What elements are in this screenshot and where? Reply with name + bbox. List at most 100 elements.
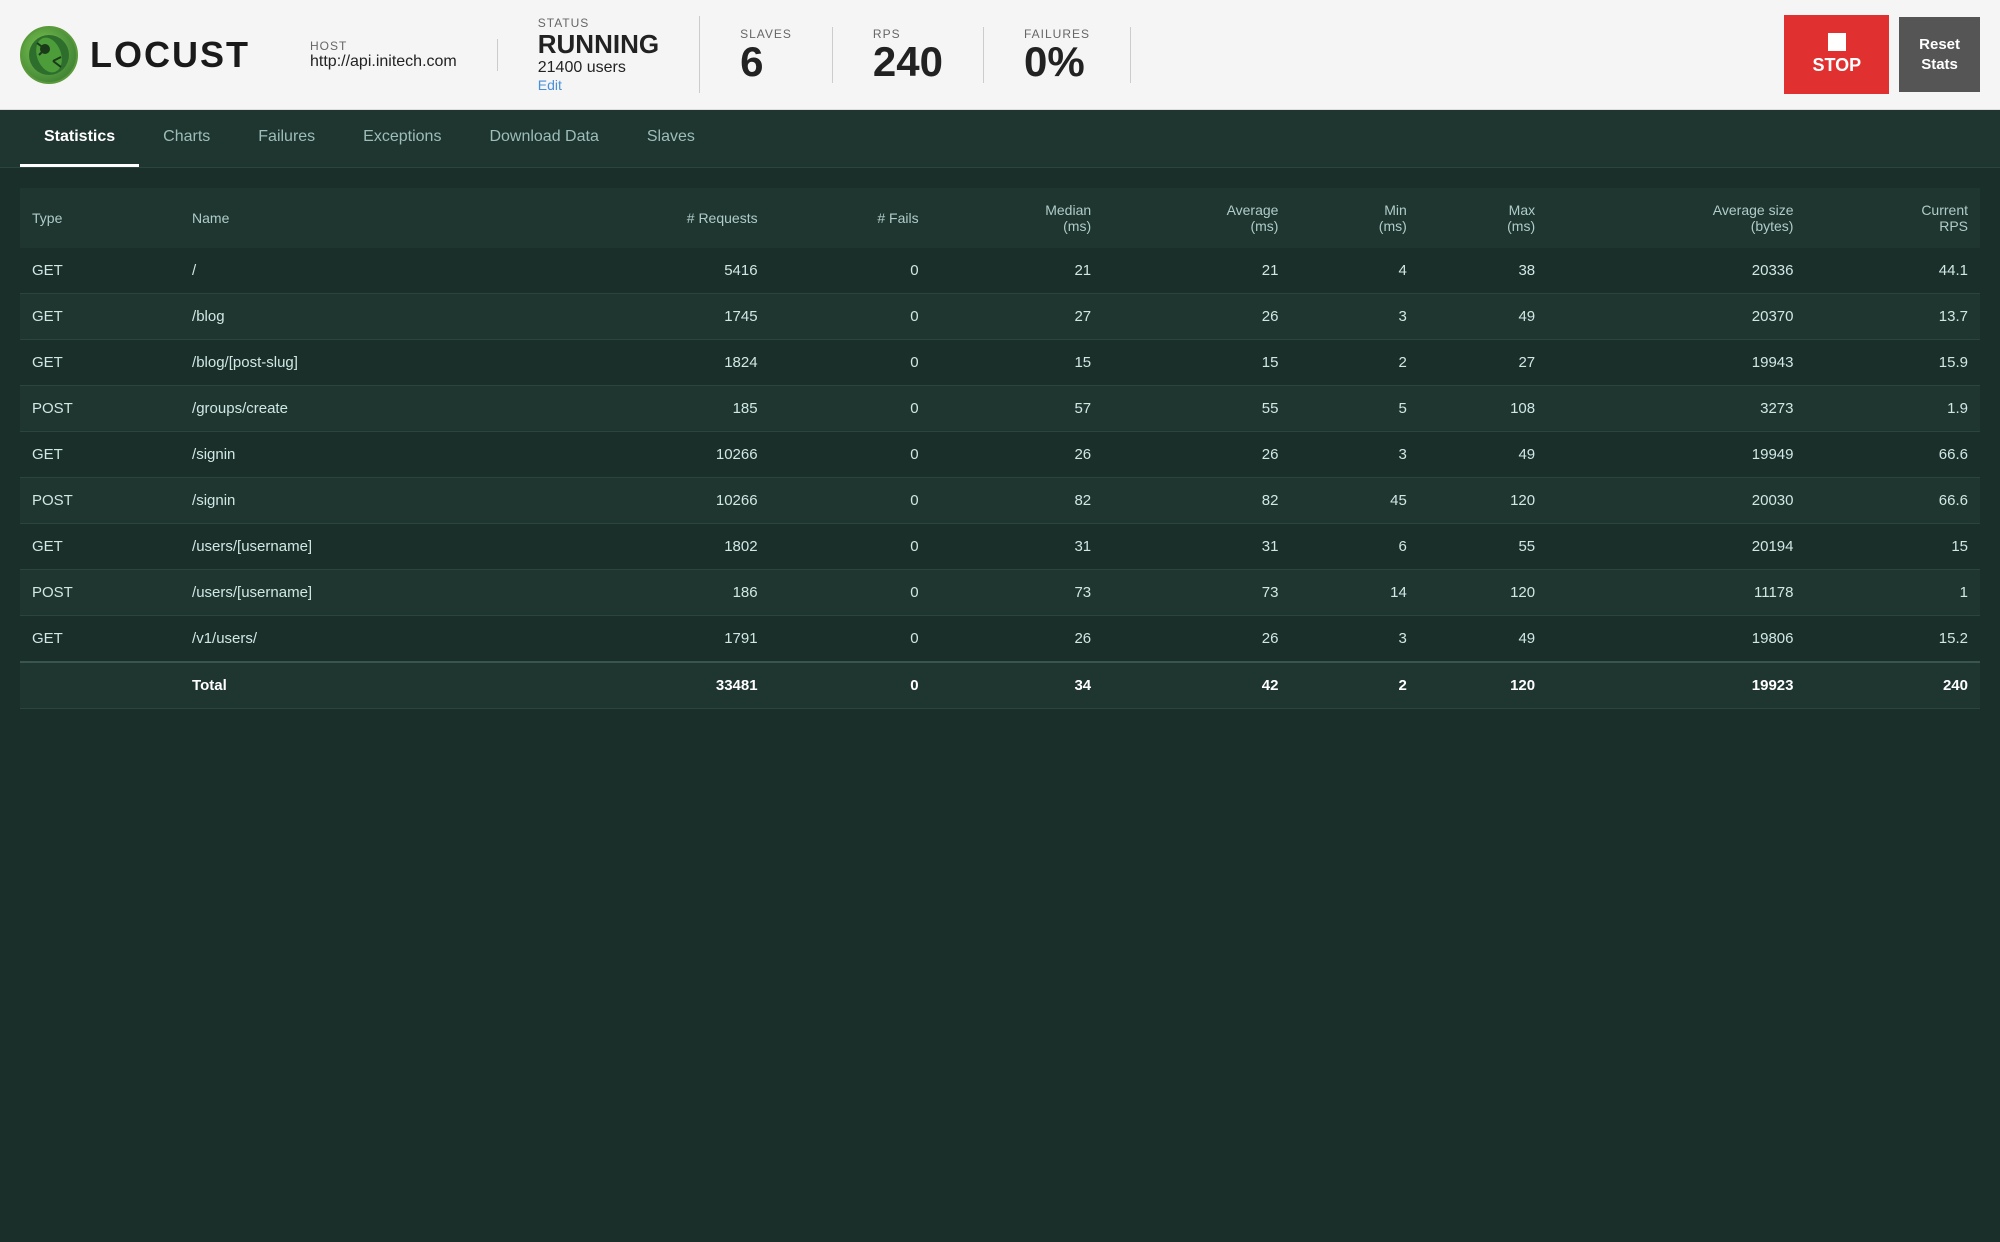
cell-rps: 13.7 xyxy=(1805,294,1980,340)
cell-rps: 15 xyxy=(1805,524,1980,570)
stop-button[interactable]: STOP xyxy=(1784,15,1889,94)
cell-requests: 185 xyxy=(536,386,770,432)
cell-avg-size: 19943 xyxy=(1547,340,1805,386)
total-requests: 33481 xyxy=(536,662,770,709)
cell-fails: 0 xyxy=(770,432,931,478)
tab-failures[interactable]: Failures xyxy=(234,110,339,167)
cell-name: /groups/create xyxy=(180,386,536,432)
cell-avg: 26 xyxy=(1103,432,1290,478)
host-label: HOST xyxy=(310,39,457,53)
cell-requests: 5416 xyxy=(536,248,770,294)
total-rps: 240 xyxy=(1805,662,1980,709)
failures-section: FAILURES 0% xyxy=(1024,27,1131,83)
table-row: POST /groups/create 185 0 57 55 5 108 32… xyxy=(20,386,1980,432)
col-min: Min(ms) xyxy=(1290,188,1418,248)
cell-min: 4 xyxy=(1290,248,1418,294)
cell-type: POST xyxy=(20,386,180,432)
col-fails: # Fails xyxy=(770,188,931,248)
col-name: Name xyxy=(180,188,536,248)
locust-logo-icon xyxy=(20,26,78,84)
cell-fails: 0 xyxy=(770,524,931,570)
cell-fails: 0 xyxy=(770,294,931,340)
nav-tabs: Statistics Charts Failures Exceptions Do… xyxy=(0,110,2000,168)
cell-max: 49 xyxy=(1419,294,1547,340)
table-row: GET /blog/[post-slug] 1824 0 15 15 2 27 … xyxy=(20,340,1980,386)
cell-max: 38 xyxy=(1419,248,1547,294)
cell-median: 15 xyxy=(931,340,1104,386)
table-row: GET /signin 10266 0 26 26 3 49 19949 66.… xyxy=(20,432,1980,478)
host-section: HOST http://api.initech.com xyxy=(310,39,498,71)
total-fails: 0 xyxy=(770,662,931,709)
cell-avg: 82 xyxy=(1103,478,1290,524)
cell-avg-size: 20194 xyxy=(1547,524,1805,570)
total-avg: 42 xyxy=(1103,662,1290,709)
table-row: POST /signin 10266 0 82 82 45 120 20030 … xyxy=(20,478,1980,524)
tab-exceptions[interactable]: Exceptions xyxy=(339,110,465,167)
cell-type: GET xyxy=(20,294,180,340)
cell-rps: 1.9 xyxy=(1805,386,1980,432)
cell-requests: 186 xyxy=(536,570,770,616)
tab-statistics[interactable]: Statistics xyxy=(20,110,139,167)
col-median: Median(ms) xyxy=(931,188,1104,248)
cell-type: POST xyxy=(20,570,180,616)
cell-requests: 10266 xyxy=(536,478,770,524)
edit-link[interactable]: Edit xyxy=(538,77,659,93)
cell-avg: 15 xyxy=(1103,340,1290,386)
cell-avg: 21 xyxy=(1103,248,1290,294)
cell-name: /signin xyxy=(180,432,536,478)
cell-median: 82 xyxy=(931,478,1104,524)
status-label: STATUS xyxy=(538,16,659,30)
cell-rps: 15.2 xyxy=(1805,616,1980,663)
cell-name: /signin xyxy=(180,478,536,524)
cell-median: 26 xyxy=(931,432,1104,478)
rps-section: RPS 240 xyxy=(873,27,984,83)
total-avg-size: 19923 xyxy=(1547,662,1805,709)
cell-name: /blog/[post-slug] xyxy=(180,340,536,386)
total-median: 34 xyxy=(931,662,1104,709)
cell-min: 14 xyxy=(1290,570,1418,616)
total-max: 120 xyxy=(1419,662,1547,709)
status-running: RUNNING xyxy=(538,30,659,59)
tab-download-data[interactable]: Download Data xyxy=(465,110,622,167)
cell-min: 5 xyxy=(1290,386,1418,432)
cell-median: 21 xyxy=(931,248,1104,294)
cell-rps: 15.9 xyxy=(1805,340,1980,386)
cell-avg: 31 xyxy=(1103,524,1290,570)
cell-fails: 0 xyxy=(770,570,931,616)
cell-avg: 26 xyxy=(1103,616,1290,663)
reset-stats-button[interactable]: ResetStats xyxy=(1899,17,1980,92)
cell-fails: 0 xyxy=(770,616,931,663)
col-type: Type xyxy=(20,188,180,248)
cell-median: 57 xyxy=(931,386,1104,432)
cell-rps: 66.6 xyxy=(1805,432,1980,478)
stop-icon xyxy=(1828,33,1846,51)
cell-type: GET xyxy=(20,432,180,478)
cell-requests: 1745 xyxy=(536,294,770,340)
rps-value: 240 xyxy=(873,41,943,83)
slaves-section: SLAVES 6 xyxy=(740,27,833,83)
table-row: GET / 5416 0 21 21 4 38 20336 44.1 xyxy=(20,248,1980,294)
cell-rps: 44.1 xyxy=(1805,248,1980,294)
cell-type: POST xyxy=(20,478,180,524)
cell-type: GET xyxy=(20,524,180,570)
cell-avg-size: 20370 xyxy=(1547,294,1805,340)
cell-name: /blog xyxy=(180,294,536,340)
cell-type: GET xyxy=(20,248,180,294)
cell-avg: 55 xyxy=(1103,386,1290,432)
table-container: Type Name # Requests # Fails Median(ms) … xyxy=(0,168,2000,729)
cell-fails: 0 xyxy=(770,478,931,524)
status-section: STATUS RUNNING 21400 users Edit xyxy=(538,16,700,93)
col-rps: CurrentRPS xyxy=(1805,188,1980,248)
cell-avg-size: 20030 xyxy=(1547,478,1805,524)
cell-rps: 66.6 xyxy=(1805,478,1980,524)
cell-max: 120 xyxy=(1419,570,1547,616)
col-average: Average(ms) xyxy=(1103,188,1290,248)
cell-max: 108 xyxy=(1419,386,1547,432)
tab-slaves[interactable]: Slaves xyxy=(623,110,719,167)
table-row: POST /users/[username] 186 0 73 73 14 12… xyxy=(20,570,1980,616)
tab-charts[interactable]: Charts xyxy=(139,110,234,167)
cell-min: 6 xyxy=(1290,524,1418,570)
table-row: GET /blog 1745 0 27 26 3 49 20370 13.7 xyxy=(20,294,1980,340)
cell-name: / xyxy=(180,248,536,294)
header: LOCUST HOST http://api.initech.com STATU… xyxy=(0,0,2000,110)
